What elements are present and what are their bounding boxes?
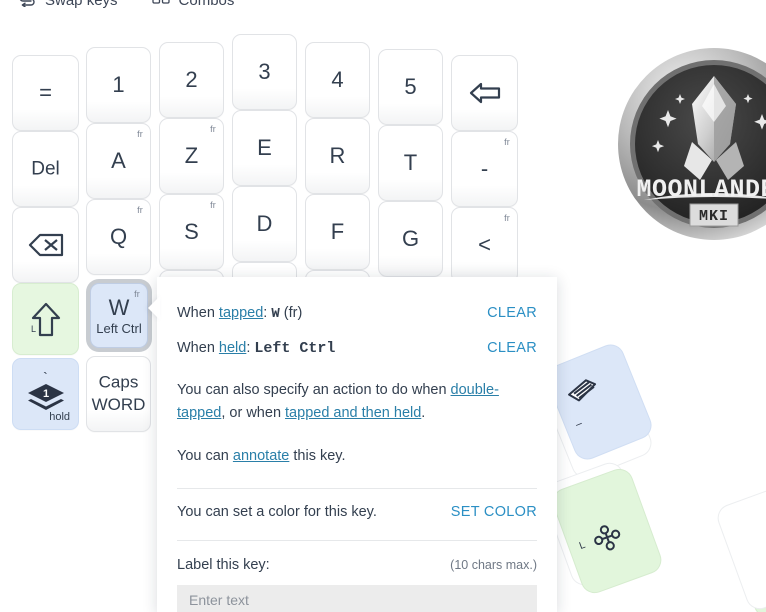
key-1-label: 1 [112, 72, 125, 97]
key-w-label: W [108, 294, 130, 320]
annotate-text-1: You can [177, 447, 233, 464]
tapped-then-held-link[interactable]: tapped and then held [285, 405, 421, 421]
key-del[interactable]: Del [12, 131, 79, 207]
tapped-value: W [271, 306, 280, 322]
key-less-than-label: < [478, 232, 491, 257]
key-q[interactable]: fr Q [86, 199, 151, 275]
key-shift-left-corner-label: L [31, 324, 37, 334]
key-settings-popup: When tapped: W (fr) CLEAR When held: Lef… [157, 277, 557, 612]
key-g[interactable]: G [378, 201, 443, 277]
key-3-label: 3 [258, 59, 271, 84]
key-z[interactable]: fr Z [159, 118, 224, 194]
key-a-label: A [111, 148, 126, 173]
held-link[interactable]: held [219, 340, 246, 356]
label-key-text: Label this key: [177, 556, 270, 573]
key-f[interactable]: F [305, 194, 370, 270]
double-tap-paragraph: You can also specify an action to do whe… [177, 379, 537, 425]
annotate-paragraph: You can annotate this key. [177, 445, 537, 468]
tapped-clear-button[interactable]: CLEAR [487, 305, 537, 321]
key-caps-word[interactable]: Caps WORD [86, 356, 151, 432]
held-row: When held: Left Ctrl CLEAR [177, 340, 537, 357]
key-d-label: D [256, 211, 273, 236]
key-s-label: S [184, 219, 199, 244]
key-1[interactable]: 1 [86, 47, 151, 123]
key-caps-word-label: Caps [98, 372, 139, 392]
app-root: Swap keys Combos – L MOONLAND MKI = 1 2 … [0, 0, 766, 612]
set-color-text: You can set a color for this key. [177, 503, 377, 520]
key-5[interactable]: 5 [378, 49, 443, 125]
decor-key-white-3 [713, 480, 766, 612]
tapped-value-suffix: (fr) [279, 305, 303, 321]
key-e-label: E [257, 135, 272, 160]
key-less-than[interactable]: fr < [451, 207, 518, 283]
double-tap-text-3: . [421, 404, 426, 421]
annotate-text-2: this key. [289, 447, 346, 464]
mouse-keys-icon [588, 519, 627, 560]
key-minus-label: - [480, 156, 489, 181]
key-s[interactable]: fr S [159, 194, 224, 270]
key-label-input[interactable] [177, 584, 537, 612]
key-z-locale: fr [210, 124, 216, 134]
key-f-label: F [330, 219, 345, 244]
double-tap-text-1: You can also specify an action to do whe… [177, 382, 451, 398]
key-equal[interactable]: = [12, 55, 79, 131]
key-del-label: Del [31, 158, 60, 180]
key-minus-locale: fr [504, 137, 510, 147]
shift-up-arrow-icon [13, 301, 78, 339]
key-layer-one[interactable]: ` 1 hold [12, 358, 79, 430]
annotate-link[interactable]: annotate [233, 448, 289, 464]
held-clear-button[interactable]: CLEAR [487, 340, 537, 356]
label-key-row: Label this key: (10 chars max.) [177, 541, 537, 573]
key-w-sublabel: Left Ctrl [96, 321, 142, 336]
key-a-locale: fr [137, 129, 143, 139]
key-5-label: 5 [404, 74, 417, 99]
key-2[interactable]: 2 [159, 42, 224, 118]
key-d[interactable]: D [232, 186, 297, 262]
key-3[interactable]: 3 [232, 34, 297, 110]
key-q-label: Q [109, 224, 128, 249]
svg-text:1: 1 [42, 388, 48, 400]
tapped-row: When tapped: W (fr) CLEAR [177, 305, 537, 322]
badge-name: MOONLANDER [636, 175, 766, 204]
held-value: Left Ctrl [254, 340, 336, 357]
tapped-prefix: When [177, 305, 219, 321]
key-4[interactable]: 4 [305, 42, 370, 118]
label-key-hint: (10 chars max.) [450, 557, 537, 572]
key-less-than-locale: fr [504, 213, 510, 223]
tapped-link[interactable]: tapped [219, 305, 263, 321]
tapped-row-text: When tapped: W (fr) [177, 305, 302, 322]
key-r[interactable]: R [305, 118, 370, 194]
key-q-locale: fr [137, 205, 143, 215]
double-tap-text-2: , or when [221, 404, 286, 421]
key-s-locale: fr [210, 200, 216, 210]
key-4-label: 4 [331, 67, 344, 92]
key-g-label: G [401, 226, 420, 251]
key-t-label: T [403, 150, 418, 175]
arrow-left-icon [452, 80, 517, 106]
set-color-button[interactable]: SET COLOR [451, 504, 537, 520]
key-r-label: R [329, 143, 346, 168]
held-prefix: When [177, 340, 219, 356]
key-minus[interactable]: fr - [451, 131, 518, 207]
key-caps-word-sublabel: WORD [91, 395, 146, 414]
key-2-label: 2 [185, 67, 198, 92]
key-backspace[interactable] [12, 207, 79, 283]
set-color-row: You can set a color for this key. SET CO… [177, 489, 537, 520]
key-equal-label: = [39, 80, 52, 105]
key-shift-left[interactable]: L [12, 283, 79, 355]
key-a[interactable]: fr A [86, 123, 151, 199]
key-arrow-left[interactable] [451, 55, 518, 131]
held-row-text: When held: Left Ctrl [177, 340, 335, 357]
key-e[interactable]: E [232, 110, 297, 186]
key-t[interactable]: T [378, 125, 443, 201]
backspace-icon [13, 232, 78, 258]
popup-pointer-arrow [148, 296, 160, 320]
key-w-selected[interactable]: fr W Left Ctrl [90, 283, 148, 348]
moonlander-badge: MOONLANDER MKI [614, 44, 766, 244]
key-z-label: Z [184, 143, 199, 168]
key-layer-one-hold-label: hold [49, 411, 70, 423]
badge-revision: MKI [699, 208, 729, 225]
